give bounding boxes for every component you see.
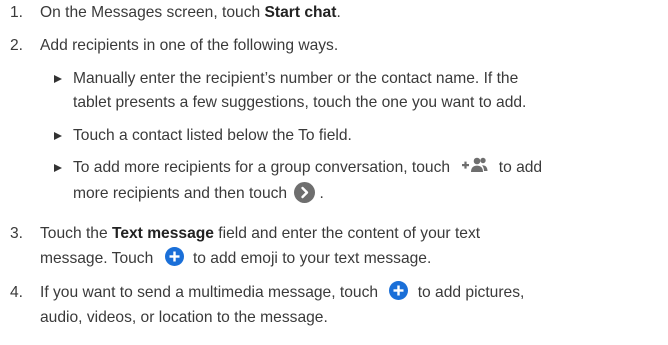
step-text-part: On the Messages screen, touch <box>40 4 265 21</box>
sub-item-text: more recipients and then touch <box>73 185 292 202</box>
text-message-label: Text message <box>111 225 214 242</box>
sub-item-line: more recipients and then touch . <box>73 182 663 206</box>
step-text: If you want to send a multimedia message… <box>40 281 665 305</box>
sub-item-line: Touch a contact listed below the To fiel… <box>73 127 352 144</box>
plus-circle-icon <box>389 281 409 301</box>
chevron-right-icon <box>294 182 316 204</box>
sub-item-line: To add more recipients for a group conve… <box>73 156 663 180</box>
step-number: 4. <box>10 284 24 301</box>
step-text-part: message. Touch <box>40 250 158 267</box>
sub-item-line: tablet presents a few suggestions, touch… <box>73 94 527 111</box>
step-number: 1. <box>10 4 24 21</box>
add-group-icon <box>462 157 488 173</box>
plus-circle-icon <box>164 247 184 267</box>
step-text-part: Touch the <box>40 225 112 242</box>
sub-item-text: to add <box>494 159 543 176</box>
step-text-part: If you want to send a multimedia message… <box>40 284 383 301</box>
step-number: 2. <box>10 37 24 54</box>
step-text: On the Messages screen, touch Start chat… <box>40 1 665 25</box>
sub-item-line: Manually enter the recipient’s number or… <box>73 70 519 87</box>
bullet-triangle-icon <box>54 164 62 172</box>
step-text: Add recipients in one of the following w… <box>40 37 339 54</box>
step-text-part: . <box>336 4 341 21</box>
step-text: audio, videos, or location to the messag… <box>40 309 328 326</box>
bullet-triangle-icon <box>54 132 62 140</box>
sub-item-text: To add more recipients for a group conve… <box>73 159 455 176</box>
step-text-part: field and enter the content of your text <box>213 225 481 242</box>
step-number: 3. <box>10 225 24 242</box>
start-chat-label: Start chat <box>264 4 337 21</box>
step-text: message. Touch to add emoji to your text… <box>40 247 665 271</box>
step-text-part: to add pictures, <box>413 284 525 301</box>
step-text-part: to add emoji to your text message. <box>188 250 432 267</box>
step-text: Touch the Text message field and enter t… <box>40 222 665 246</box>
bullet-triangle-icon <box>54 75 62 83</box>
sub-item-text: . <box>319 185 324 202</box>
instructions-document: 1. On the Messages screen, touch Start c… <box>0 0 668 345</box>
